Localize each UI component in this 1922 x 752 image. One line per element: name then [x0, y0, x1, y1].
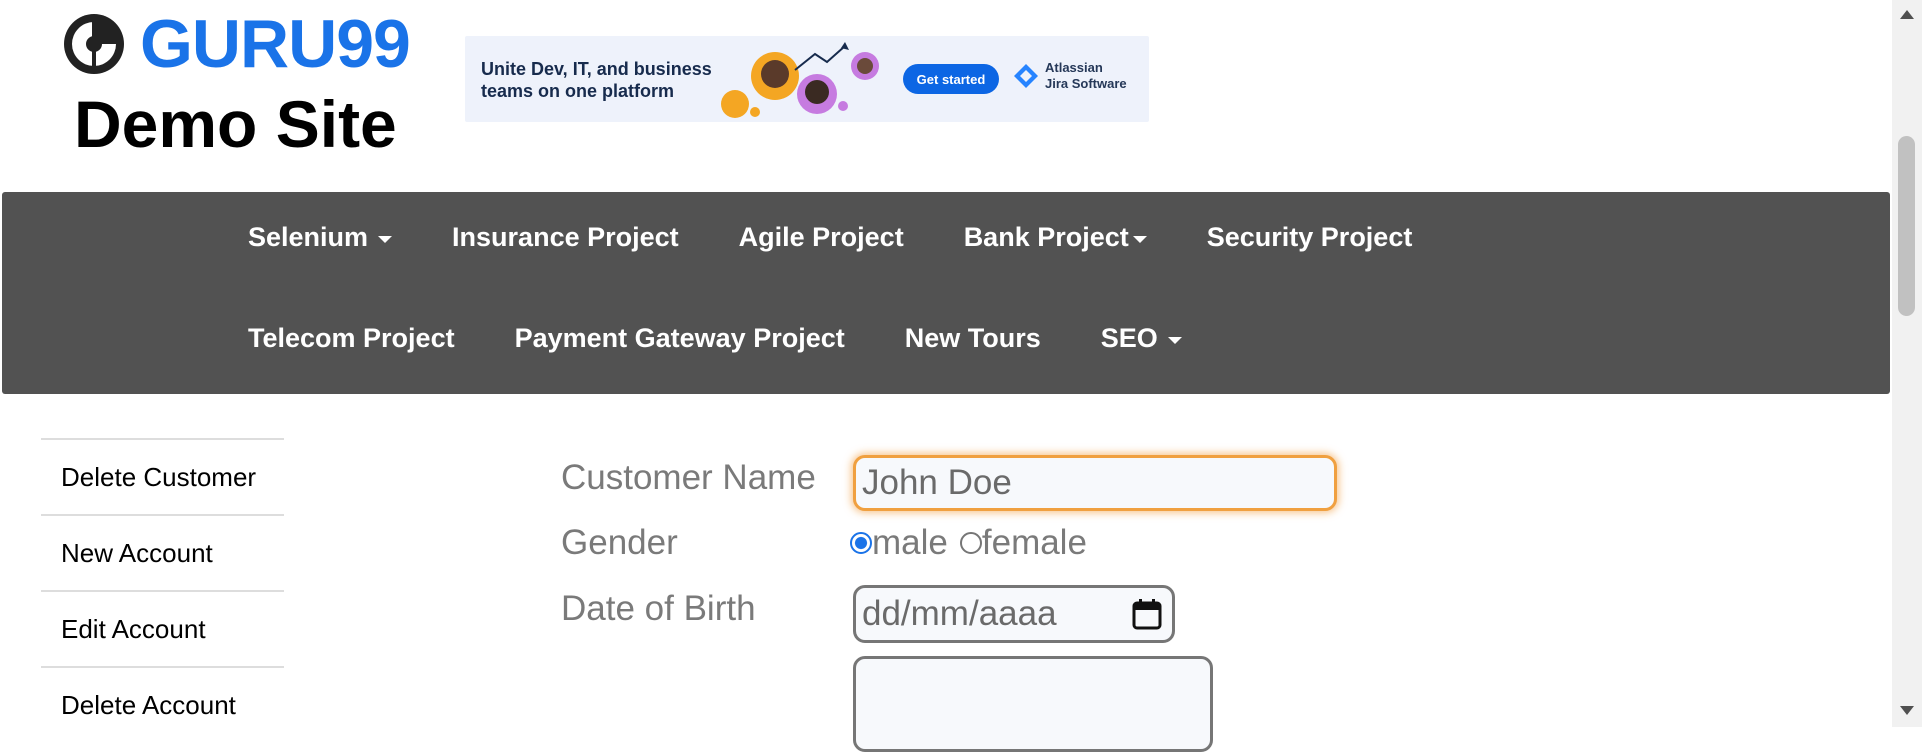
gender-female-radio[interactable]	[959, 532, 982, 554]
nav-item-label: Insurance Project	[452, 221, 679, 252]
dob-input[interactable]: dd/mm/aaaa	[853, 585, 1175, 643]
nav-item-insurance-project[interactable]: Insurance Project	[452, 222, 679, 253]
dob-placeholder: dd/mm/aaaa	[862, 594, 1057, 633]
nav-item-label: Security Project	[1206, 221, 1413, 252]
ad-banner[interactable]: Unite Dev, IT, and business teams on one…	[465, 36, 1149, 122]
nav-item-label: Telecom Project	[248, 322, 455, 353]
dob-label: Date of Birth	[561, 589, 756, 628]
nav-row-2: Telecom Project Payment Gateway Project …	[248, 313, 1242, 363]
nav-item-seo[interactable]: SEO	[1101, 323, 1182, 354]
main-navbar: Selenium Insurance Project Agile Project…	[2, 192, 1890, 394]
nav-item-label: Agile Project	[738, 221, 904, 252]
jira-diamond-icon	[1014, 64, 1038, 88]
chevron-down-icon	[1167, 336, 1182, 344]
site-title: Demo Site	[74, 87, 397, 161]
logo-text: GURU99	[140, 6, 411, 82]
ad-illustration	[721, 42, 879, 118]
address-textarea[interactable]	[853, 656, 1213, 752]
nav-item-label: New Tours	[904, 322, 1041, 353]
sidebar-item-edit-account[interactable]: Edit Account	[41, 590, 284, 666]
calendar-icon[interactable]	[1132, 598, 1162, 630]
nav-item-new-tours[interactable]: New Tours	[905, 323, 1041, 354]
gender-female-label: female	[981, 523, 1087, 562]
nav-item-selenium[interactable]: Selenium	[248, 221, 393, 253]
gender-male-radio[interactable]	[850, 532, 872, 554]
customer-name-label: Customer Name	[561, 458, 816, 497]
customer-name-input[interactable]	[853, 455, 1337, 511]
nav-item-label: Bank Project	[963, 221, 1129, 252]
sidebar-item-new-account[interactable]: New Account	[41, 514, 284, 590]
nav-item-label: Payment Gateway Project	[514, 322, 845, 353]
get-started-button[interactable]: Get started	[903, 64, 999, 94]
sidebar-item-delete-customer[interactable]: Delete Customer	[41, 438, 284, 514]
scroll-down-icon[interactable]	[1900, 706, 1914, 715]
scrollbar-thumb[interactable]	[1898, 136, 1915, 316]
gender-radio-group: male female	[850, 523, 1087, 563]
gender-label: Gender	[561, 523, 678, 562]
guru99-logo[interactable]: GURU99	[62, 6, 411, 82]
nav-item-label: Selenium	[248, 221, 369, 252]
nav-item-bank-project[interactable]: Bank Project	[964, 222, 1147, 253]
nav-item-payment-gateway-project[interactable]: Payment Gateway Project	[515, 323, 845, 354]
chevron-down-icon	[378, 235, 393, 243]
brand-line-2: Jira Software	[1045, 76, 1127, 91]
nav-item-telecom-project[interactable]: Telecom Project	[248, 323, 455, 354]
brand-line-1: Atlassian	[1045, 60, 1103, 75]
gender-male-label: male	[872, 523, 948, 562]
nav-item-agile-project[interactable]: Agile Project	[739, 222, 904, 253]
nav-item-security-project[interactable]: Security Project	[1207, 222, 1413, 253]
ad-headline: Unite Dev, IT, and business teams on one…	[481, 59, 712, 101]
scroll-up-icon[interactable]	[1900, 10, 1914, 19]
nav-item-label: SEO	[1100, 322, 1158, 353]
chevron-down-icon	[1132, 235, 1147, 243]
page-scrollbar[interactable]	[1892, 0, 1922, 727]
sidebar-item-delete-account[interactable]: Delete Account	[41, 666, 284, 742]
nav-row-1: Selenium Insurance Project Agile Project…	[248, 212, 1472, 262]
jira-brand: Atlassian Jira Software	[1013, 60, 1127, 92]
guru99-logo-icon	[64, 14, 124, 74]
sidebar-menu: Delete Customer New Account Edit Account…	[41, 438, 284, 742]
